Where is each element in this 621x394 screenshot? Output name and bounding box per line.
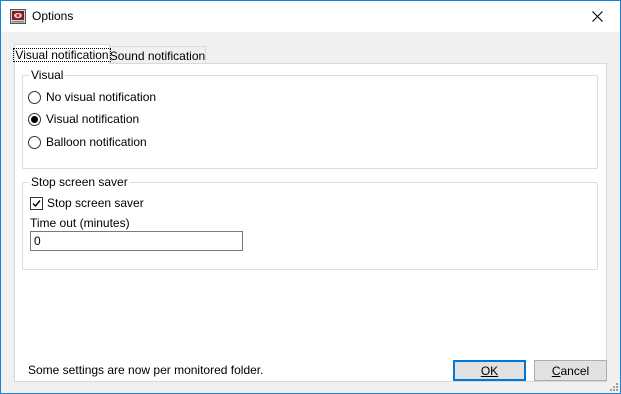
settings-note: Some settings are now per monitored fold…: [28, 363, 264, 377]
cancel-label-rest: ancel: [560, 363, 590, 378]
radio-button[interactable]: [28, 90, 41, 104]
title-bar[interactable]: Options: [1, 1, 620, 32]
dialog-client-area: Visual notification Sound notification V…: [1, 32, 620, 393]
stop-screen-saver-checkbox[interactable]: [30, 196, 43, 210]
cancel-label: Cancel: [552, 364, 589, 378]
tab-label: Visual notification: [13, 47, 111, 62]
tab-label: Sound notification: [109, 48, 206, 63]
radio-balloon[interactable]: Balloon notification: [28, 135, 147, 149]
checkbox-label: Stop screen saver: [47, 196, 144, 210]
checkmark-icon: [32, 199, 41, 207]
timeout-label: Time out (minutes): [30, 216, 130, 230]
stop-screen-saver-group: Stop screen saver Stop screen saver Time…: [22, 175, 598, 270]
group-label: Stop screen saver: [29, 175, 130, 189]
radio-label: No visual notification: [46, 90, 157, 104]
radio-visual[interactable]: Visual notification: [28, 112, 139, 126]
group-label: Visual: [29, 68, 66, 82]
radio-no-visual[interactable]: No visual notification: [28, 90, 156, 104]
radio-label: Visual notification: [46, 112, 140, 126]
cancel-button[interactable]: Cancel: [534, 360, 607, 381]
radio-button[interactable]: [28, 112, 41, 126]
options-dialog: Options Visual notification Sound notifi…: [0, 0, 621, 394]
tab-sound-notification[interactable]: Sound notification: [110, 46, 206, 64]
ok-button[interactable]: OK: [453, 360, 526, 381]
resize-grip-icon[interactable]: [608, 381, 618, 391]
window-title: Options: [32, 9, 74, 23]
options-app-icon: [10, 9, 26, 24]
close-icon: [591, 11, 603, 22]
visual-group: Visual No visual notification Visual not…: [22, 68, 598, 169]
stop-screen-saver-checkbox-row[interactable]: Stop screen saver: [30, 196, 144, 210]
ok-label: OK: [480, 363, 499, 378]
radio-label: Balloon notification: [46, 135, 147, 149]
close-button[interactable]: [574, 1, 620, 32]
timeout-input[interactable]: [30, 231, 243, 251]
radio-button[interactable]: [28, 135, 41, 149]
tab-visual-notification[interactable]: Visual notification: [13, 44, 111, 64]
tab-panel-visual: Visual No visual notification Visual not…: [14, 63, 607, 382]
